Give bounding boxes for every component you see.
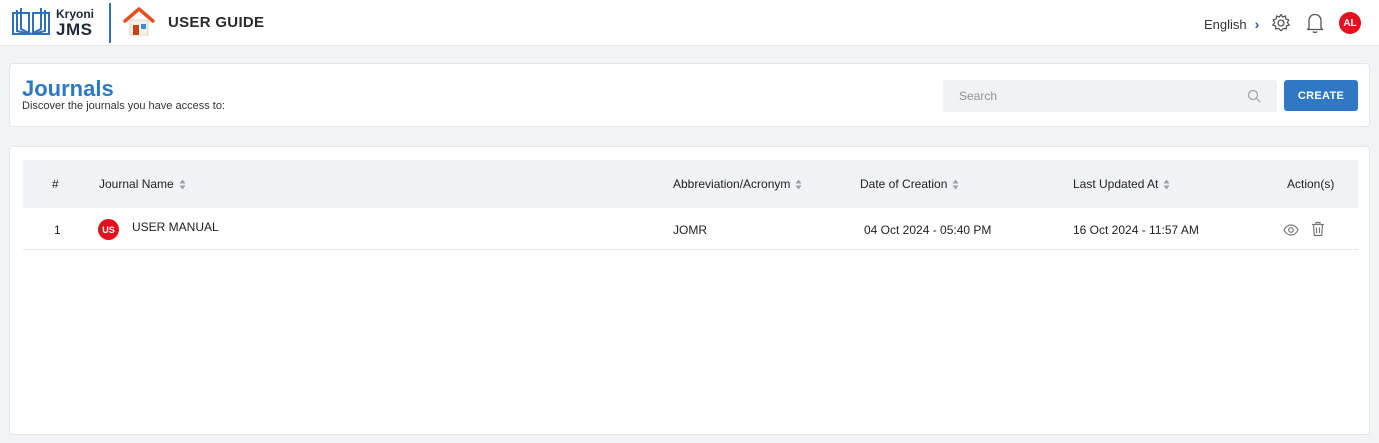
search-box xyxy=(943,80,1277,112)
row-index: 1 xyxy=(54,223,61,237)
page-subtitle: Discover the journals you have access to… xyxy=(22,100,225,112)
book-logo-icon xyxy=(12,8,50,36)
journal-created-date: 04 Oct 2024 - 05:40 PM xyxy=(864,223,992,237)
gear-icon[interactable] xyxy=(1271,13,1291,33)
sort-icon[interactable] xyxy=(795,179,802,190)
journals-header-card: Journals Discover the journals you have … xyxy=(9,63,1370,127)
column-header-actions: Action(s) xyxy=(1287,177,1335,191)
column-header-date-of-creation[interactable]: Date of Creation xyxy=(860,177,959,191)
header-divider xyxy=(109,3,111,43)
app-title: USER GUIDE xyxy=(168,14,265,31)
column-header-index: # xyxy=(52,177,59,191)
language-label: English xyxy=(1204,16,1247,32)
journals-table-card: # Journal Name Abbreviation/Acronym Date… xyxy=(9,146,1370,435)
journal-avatar: US xyxy=(98,219,119,240)
table-header: # Journal Name Abbreviation/Acronym Date… xyxy=(23,160,1358,208)
logo-brand: Kryoni xyxy=(56,7,95,21)
trash-icon[interactable] xyxy=(1311,221,1325,237)
page-title: Journals xyxy=(22,76,114,101)
sort-icon[interactable] xyxy=(1163,179,1170,190)
column-header-last-updated[interactable]: Last Updated At xyxy=(1073,177,1170,191)
top-navbar: Kryoni JMS USER GUIDE English › AL xyxy=(0,0,1379,46)
logo-product: JMS xyxy=(56,20,93,39)
home-icon[interactable] xyxy=(122,6,156,38)
chevron-right-icon: › xyxy=(1254,16,1260,32)
language-selector[interactable]: English › xyxy=(1204,16,1259,32)
sort-icon[interactable] xyxy=(952,179,959,190)
journal-updated-date: 16 Oct 2024 - 11:57 AM xyxy=(1073,223,1199,237)
column-header-abbreviation[interactable]: Abbreviation/Acronym xyxy=(673,177,802,191)
journal-name[interactable]: USER MANUAL xyxy=(132,220,219,234)
column-header-journal-name[interactable]: Journal Name xyxy=(99,177,186,191)
sort-icon[interactable] xyxy=(179,179,186,190)
eye-icon[interactable] xyxy=(1283,223,1299,237)
bell-icon[interactable] xyxy=(1305,12,1325,34)
journal-abbreviation: JOMR xyxy=(673,223,707,237)
table-row[interactable]: 1 US USER MANUAL JOMR 04 Oct 2024 - 05:4… xyxy=(23,208,1358,250)
create-button[interactable]: CREATE xyxy=(1284,80,1358,111)
search-icon[interactable] xyxy=(1247,89,1261,103)
user-avatar[interactable]: AL xyxy=(1339,12,1361,34)
search-input[interactable] xyxy=(943,80,1277,112)
kryoni-jms-logo[interactable]: Kryoni JMS xyxy=(10,6,94,40)
